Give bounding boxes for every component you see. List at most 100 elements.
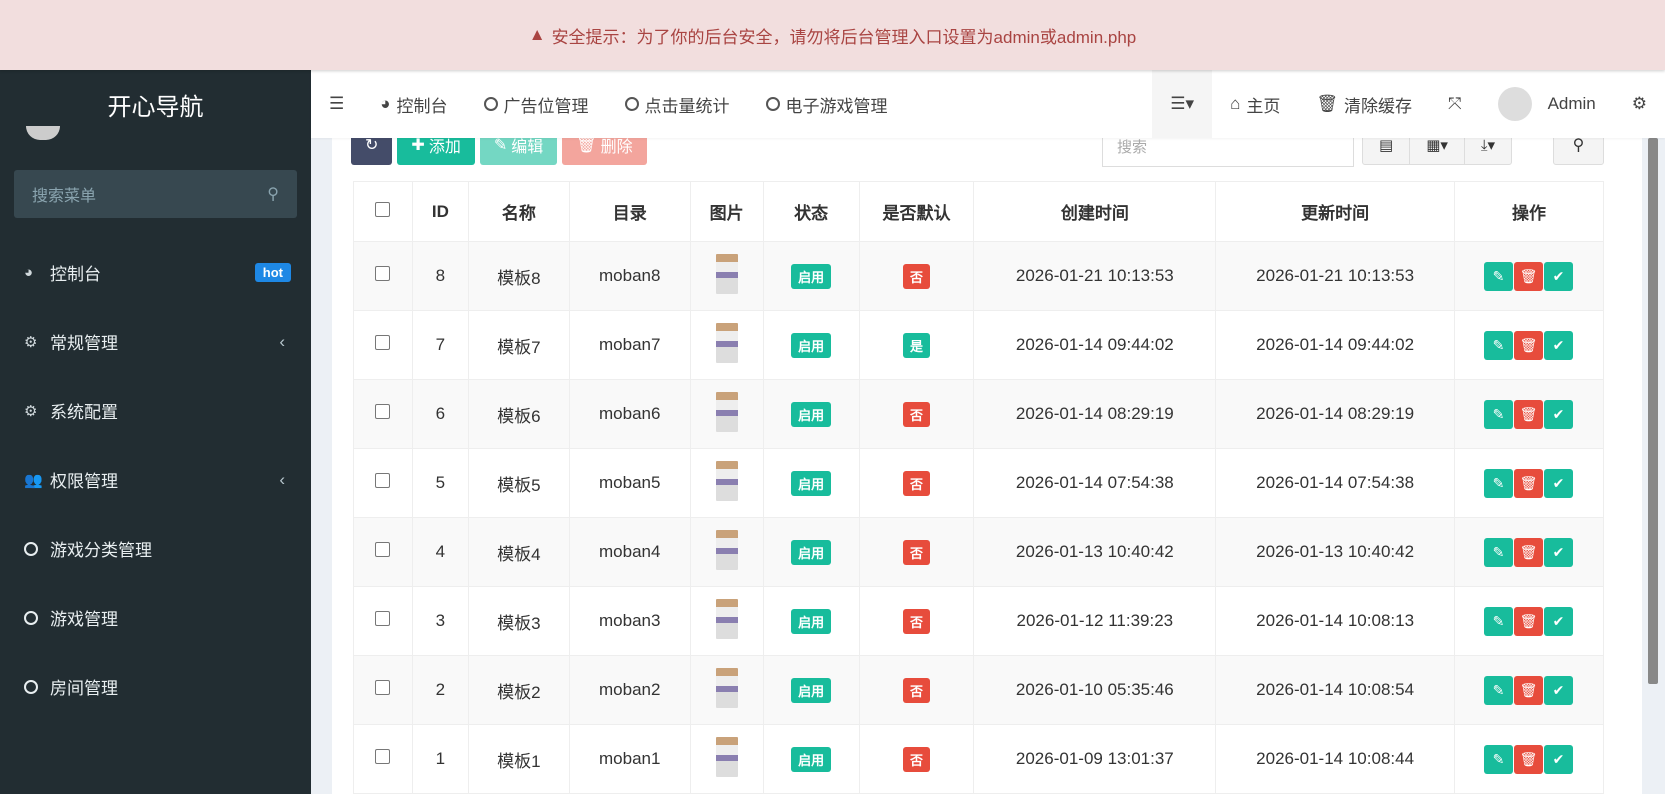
circle-icon xyxy=(483,97,498,111)
edit-row-button[interactable]: ✎ xyxy=(1484,537,1513,567)
template-thumbnail[interactable] xyxy=(715,460,738,501)
actions-cell: ✎ 🗑 ✔ xyxy=(1454,517,1604,587)
sidebar-item[interactable]: 游戏分类管理 xyxy=(0,514,311,583)
table-row[interactable]: 4 模板4 moban4 启用 否 2026-01-13 10:40:42 20… xyxy=(353,517,1604,587)
set-default-button[interactable]: ✔ xyxy=(1544,606,1573,636)
table-row[interactable]: 7 模板7 moban7 启用 是 2026-01-14 09:44:02 20… xyxy=(353,310,1604,380)
row-checkbox[interactable] xyxy=(375,542,391,557)
actions-cell: ✎ 🗑 ✔ xyxy=(1454,655,1604,725)
created-time-cell: 2026-01-12 11:39:23 xyxy=(973,586,1217,656)
edit-row-button[interactable]: ✎ xyxy=(1484,468,1513,498)
tab-click-stats[interactable]: 点击量统计 xyxy=(607,70,748,138)
set-default-button[interactable]: ✔ xyxy=(1544,399,1573,429)
set-default-button[interactable]: ✔ xyxy=(1544,675,1573,705)
row-select-cell xyxy=(353,724,413,794)
sidebar-item[interactable]: ◕ 控制台 hot xyxy=(0,238,311,307)
delete-row-button[interactable]: 🗑 xyxy=(1514,537,1543,567)
row-checkbox[interactable] xyxy=(375,473,391,488)
tab-label: 广告位管理 xyxy=(503,96,589,116)
sidebar-item[interactable]: 👥 权限管理 ‹ xyxy=(0,445,311,514)
actions-cell: ✎ 🗑 ✔ xyxy=(1454,241,1604,311)
warning-icon: ▲ xyxy=(528,25,546,44)
set-default-button[interactable]: ✔ xyxy=(1544,468,1573,498)
name-cell: 模板7 xyxy=(467,310,570,380)
column-header: 更新时间 xyxy=(1215,181,1455,242)
clear-cache-button[interactable]: 🗑 清除缓存 xyxy=(1298,70,1430,138)
table-row[interactable]: 3 模板3 moban3 启用 否 2026-01-12 11:39:23 20… xyxy=(353,586,1604,656)
tab-game-management[interactable]: 电子游戏管理 xyxy=(748,70,906,138)
row-checkbox[interactable] xyxy=(375,404,391,419)
user-menu[interactable]: Admin xyxy=(1480,70,1614,138)
check-circle-icon: ✔ xyxy=(1552,336,1565,353)
trash-icon: 🗑 xyxy=(1519,405,1538,422)
template-thumbnail[interactable] xyxy=(715,667,738,708)
tab-ad-management[interactable]: 广告位管理 xyxy=(466,70,607,138)
table-row[interactable]: 5 模板5 moban5 启用 否 2026-01-14 07:54:38 20… xyxy=(353,448,1604,518)
sidebar-item[interactable]: 游戏管理 xyxy=(0,583,311,652)
template-thumbnail[interactable] xyxy=(715,253,738,294)
delete-row-button[interactable]: 🗑 xyxy=(1514,675,1543,705)
template-thumbnail[interactable] xyxy=(715,529,738,570)
check-circle-icon: ✔ xyxy=(1552,405,1565,422)
settings-button[interactable]: ⚙ xyxy=(1614,70,1665,138)
set-default-button[interactable]: ✔ xyxy=(1544,330,1573,360)
default-badge: 否 xyxy=(902,470,930,496)
home-link[interactable]: ⌂ 主页 xyxy=(1212,70,1298,138)
edit-row-button[interactable]: ✎ xyxy=(1484,261,1513,291)
sidebar-item[interactable]: ⚙ 系统配置 xyxy=(0,376,311,445)
directory-cell: moban2 xyxy=(568,655,691,725)
edit-row-button[interactable]: ✎ xyxy=(1484,606,1513,636)
status-cell: 启用 xyxy=(762,310,860,380)
row-checkbox[interactable] xyxy=(375,335,391,350)
security-warning-banner: ▲ 安全提示：为了你的后台安全，请勿将后台管理入口设置为admin或admin.p… xyxy=(0,0,1665,70)
directory-cell: moban4 xyxy=(568,517,691,587)
row-checkbox[interactable] xyxy=(375,611,391,626)
delete-row-button[interactable]: 🗑 xyxy=(1514,744,1543,774)
row-checkbox[interactable] xyxy=(375,266,391,281)
sidebar-item[interactable]: 房间管理 xyxy=(0,652,311,721)
delete-row-button[interactable]: 🗑 xyxy=(1514,468,1543,498)
sidebar-item[interactable]: ⚙ 常规管理 ‹ xyxy=(0,307,311,376)
fullscreen-button[interactable]: ⤧ xyxy=(1430,70,1480,138)
actions-cell: ✎ 🗑 ✔ xyxy=(1454,586,1604,656)
template-thumbnail[interactable] xyxy=(715,598,738,639)
tabs-menu-dropdown[interactable]: ☰▾ xyxy=(1152,70,1213,138)
column-header: 创建时间 xyxy=(973,181,1217,242)
created-time-cell: 2026-01-10 05:35:46 xyxy=(973,655,1217,725)
set-default-button[interactable]: ✔ xyxy=(1544,261,1573,291)
default-badge: 否 xyxy=(902,263,930,289)
template-thumbnail[interactable] xyxy=(715,736,738,777)
row-checkbox[interactable] xyxy=(375,749,391,764)
table-row[interactable]: 1 模板1 moban1 启用 否 2026-01-09 13:01:37 20… xyxy=(353,724,1604,794)
trash-icon: 🗑 xyxy=(1519,267,1538,284)
row-checkbox[interactable] xyxy=(375,680,391,695)
table-row[interactable]: 2 模板2 moban2 启用 否 2026-01-10 05:35:46 20… xyxy=(353,655,1604,725)
edit-row-button[interactable]: ✎ xyxy=(1484,399,1513,429)
directory-cell: moban3 xyxy=(568,586,691,656)
table-row[interactable]: 6 模板6 moban6 启用 否 2026-01-14 08:29:19 20… xyxy=(353,379,1604,449)
edit-row-button[interactable]: ✎ xyxy=(1484,330,1513,360)
menu-search-input[interactable]: 搜索菜单 ⚲ xyxy=(14,170,297,218)
set-default-button[interactable]: ✔ xyxy=(1544,537,1573,567)
delete-row-button[interactable]: 🗑 xyxy=(1514,261,1543,291)
scrollbar[interactable] xyxy=(1648,138,1658,684)
refresh-icon: ↻ xyxy=(365,137,379,154)
sidebar: 开心导航 搜索菜单 ⚲ ◕ 控制台 hot ⚙ 常规管理 ‹ ⚙ 系统配置 👥 权限管理 ‹ 游戏分类管… xyxy=(0,70,311,794)
select-all-checkbox[interactable] xyxy=(375,201,391,217)
template-thumbnail[interactable] xyxy=(715,322,738,363)
created-time-cell: 2026-01-21 10:13:53 xyxy=(973,241,1217,311)
tab-dashboard[interactable]: ◕ 控制台 xyxy=(362,70,465,138)
set-default-button[interactable]: ✔ xyxy=(1544,744,1573,774)
edit-row-button[interactable]: ✎ xyxy=(1484,675,1513,705)
delete-row-button[interactable]: 🗑 xyxy=(1514,606,1543,636)
table-row[interactable]: 8 模板8 moban8 启用 否 2026-01-21 10:13:53 20… xyxy=(353,241,1604,311)
template-thumbnail[interactable] xyxy=(715,391,738,432)
delete-row-button[interactable]: 🗑 xyxy=(1514,399,1543,429)
delete-row-button[interactable]: 🗑 xyxy=(1514,330,1543,360)
edit-row-button[interactable]: ✎ xyxy=(1484,744,1513,774)
name-cell: 模板2 xyxy=(467,655,570,725)
sidebar-item-label: 系统配置 xyxy=(50,403,118,422)
sidebar-toggle-button[interactable]: ☰ xyxy=(311,70,362,138)
status-badge: 启用 xyxy=(791,746,832,772)
created-time-cell: 2026-01-14 09:44:02 xyxy=(973,310,1217,380)
